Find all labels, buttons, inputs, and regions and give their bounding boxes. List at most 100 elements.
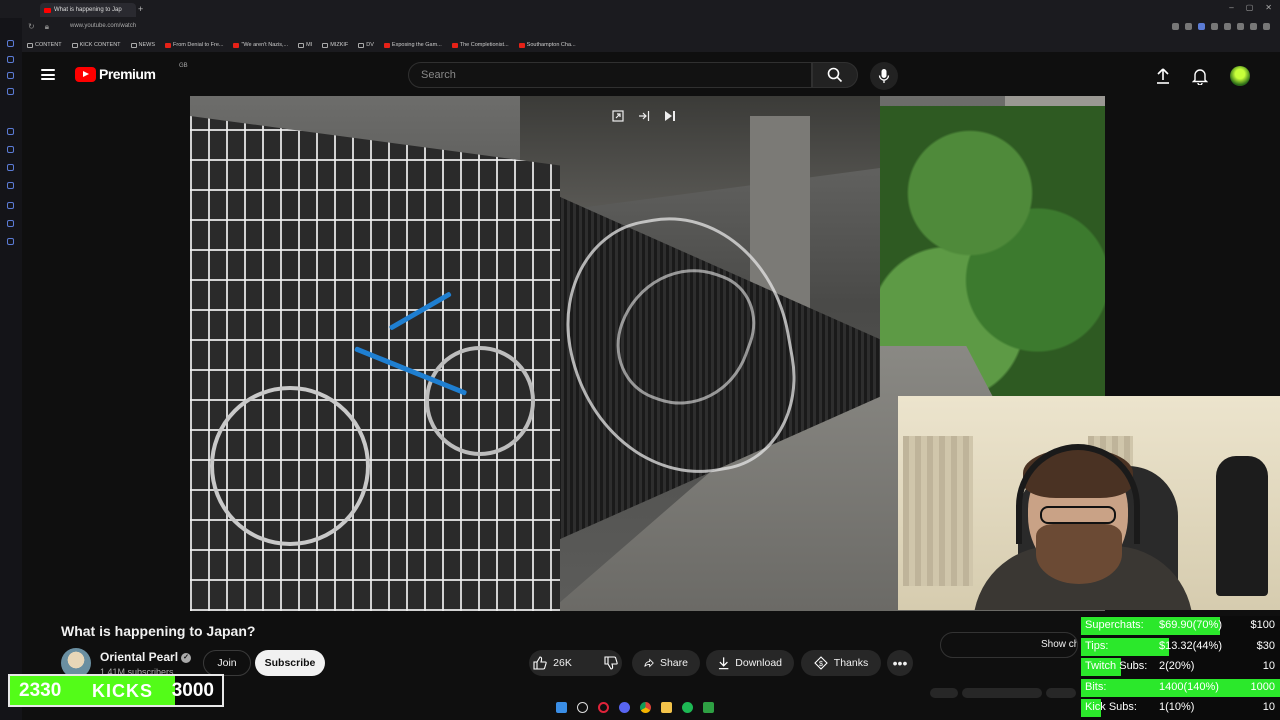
goal-row: Bits: 1400(140%) 1000 bbox=[1081, 678, 1280, 698]
goal-value: 1(10%) bbox=[1159, 701, 1195, 713]
like-dislike-group: 26K bbox=[529, 650, 622, 676]
share-label: Share bbox=[659, 657, 688, 669]
app-icon[interactable] bbox=[703, 702, 714, 713]
account-avatar[interactable] bbox=[1230, 66, 1250, 86]
url-field[interactable]: www.youtube.com/watch bbox=[70, 23, 136, 29]
sidebar-app-icon[interactable] bbox=[7, 72, 14, 79]
youtube-header: Premium GB Search bbox=[22, 52, 1280, 96]
close-icon[interactable]: ✕ bbox=[1265, 3, 1272, 12]
channel-name[interactable]: Oriental Pearl ✓ bbox=[100, 650, 192, 664]
taskbar-search-icon[interactable] bbox=[577, 702, 588, 713]
extension-icon[interactable] bbox=[1237, 23, 1244, 30]
join-button[interactable]: Join bbox=[203, 650, 251, 676]
thanks-button[interactable]: $ Thanks bbox=[801, 650, 881, 676]
sidebar-app-icon[interactable] bbox=[7, 164, 14, 171]
bookmark-item[interactable]: KICK CONTENT bbox=[71, 42, 121, 48]
sidebar-app-icon[interactable] bbox=[7, 56, 14, 63]
show-chat-button[interactable]: Show ch bbox=[940, 632, 1078, 658]
browser-tab-active[interactable]: What is happening to Jap bbox=[40, 3, 136, 17]
reload-icon[interactable]: ↻ bbox=[28, 22, 35, 32]
chrome-icon[interactable] bbox=[640, 702, 651, 713]
video-scene-bicycle bbox=[425, 346, 535, 456]
spotify-icon[interactable] bbox=[682, 702, 693, 713]
bookmark-item[interactable]: The Completionist... bbox=[451, 42, 509, 48]
bookmark-star-icon[interactable] bbox=[1185, 23, 1192, 30]
bookmark-item[interactable]: MIZKIF bbox=[322, 42, 348, 48]
youtube-premium-logo[interactable]: Premium GB bbox=[75, 63, 188, 82]
microphone-icon bbox=[878, 69, 890, 83]
sidebar-app-icon[interactable] bbox=[7, 182, 14, 189]
extension-icon[interactable] bbox=[1211, 23, 1218, 30]
goal-target: 10 bbox=[1262, 660, 1275, 672]
upload-icon[interactable] bbox=[1156, 68, 1170, 84]
logo-region: GB bbox=[179, 63, 188, 69]
heart-icon[interactable] bbox=[1224, 23, 1231, 30]
menu-icon[interactable] bbox=[1263, 23, 1270, 30]
channel-name-text: Oriental Pearl bbox=[100, 650, 179, 664]
minimize-icon[interactable]: – bbox=[1229, 3, 1233, 12]
site-icon bbox=[233, 42, 240, 48]
bookmark-item[interactable]: "We aren't Nazis,... bbox=[233, 42, 288, 48]
bookmark-item[interactable]: NEWS bbox=[130, 42, 155, 48]
goal-label: Kick Subs: bbox=[1085, 701, 1137, 713]
dislike-button[interactable] bbox=[594, 650, 628, 676]
taskbar-icons bbox=[556, 702, 714, 713]
verified-check-icon: ✓ bbox=[181, 652, 192, 663]
theater-mode-icon[interactable] bbox=[638, 110, 650, 122]
sidebar-app-icon[interactable] bbox=[7, 220, 14, 227]
extension-icon[interactable] bbox=[1198, 23, 1205, 30]
next-video-icon[interactable] bbox=[664, 110, 676, 122]
share-button[interactable]: Share bbox=[632, 650, 700, 676]
zoom-icon[interactable] bbox=[1172, 23, 1179, 30]
download-button[interactable]: Download bbox=[706, 650, 794, 676]
video-title: What is happening to Japan? bbox=[61, 623, 256, 639]
sidebar-app-icon[interactable] bbox=[7, 238, 14, 245]
more-actions-button[interactable]: ••• bbox=[887, 650, 913, 676]
address-bar: ↻ 🔒︎ www.youtube.com/watch bbox=[0, 18, 1280, 38]
like-button[interactable]: 26K bbox=[523, 650, 582, 676]
bookmark-item[interactable]: From Denial to Fre... bbox=[165, 42, 223, 48]
new-tab-plus-icon[interactable]: + bbox=[138, 4, 143, 14]
lock-icon: 🔒︎ bbox=[44, 22, 49, 31]
bookmark-item[interactable]: Exposing the Gam... bbox=[383, 42, 442, 48]
goal-row: Kick Subs: 1(10%) 10 bbox=[1081, 698, 1280, 718]
bookmark-item[interactable]: MI bbox=[298, 42, 312, 48]
folder-icon bbox=[358, 42, 365, 48]
bookmark-item[interactable]: Southampton Cha... bbox=[518, 42, 576, 48]
file-explorer-icon[interactable] bbox=[661, 702, 672, 713]
maximize-icon[interactable]: ▢ bbox=[1246, 3, 1254, 12]
more-horizontal-icon: ••• bbox=[892, 655, 908, 671]
thanks-label: Thanks bbox=[833, 657, 869, 669]
search-button[interactable] bbox=[812, 62, 858, 88]
youtube-logo-icon bbox=[75, 66, 96, 82]
sidebar-app-icon[interactable] bbox=[7, 202, 14, 209]
notifications-bell-icon[interactable] bbox=[1192, 68, 1208, 85]
sidebar-app-icon[interactable] bbox=[7, 40, 14, 47]
webcam-coat bbox=[1216, 456, 1268, 596]
goal-value: $13.32(44%) bbox=[1159, 639, 1222, 652]
folder-icon bbox=[298, 42, 305, 48]
kicks-target: 3000 bbox=[171, 679, 214, 701]
sidebar-app-icon[interactable] bbox=[7, 146, 14, 153]
tab-title: What is happening to Jap bbox=[54, 7, 122, 13]
miniplayer-icon[interactable] bbox=[612, 110, 624, 122]
opera-browser-icon[interactable] bbox=[598, 702, 609, 713]
sidebar-app-icon[interactable] bbox=[7, 128, 14, 135]
goal-label: Bits: bbox=[1085, 680, 1107, 693]
video-scene-bicycle bbox=[210, 386, 370, 546]
hamburger-menu-icon[interactable] bbox=[41, 69, 55, 80]
download-label: Download bbox=[735, 657, 782, 669]
download-icon[interactable] bbox=[1250, 23, 1257, 30]
youtube-favicon-icon bbox=[44, 7, 51, 13]
subscribe-button[interactable]: Subscribe bbox=[255, 650, 325, 676]
youtube-icon bbox=[165, 42, 172, 48]
discord-icon[interactable] bbox=[619, 702, 630, 713]
goal-row: Tips: $13.32(44%) $30 bbox=[1081, 637, 1280, 657]
bookmark-item[interactable]: CONTENT bbox=[27, 42, 62, 48]
search-input[interactable]: Search bbox=[408, 62, 812, 88]
bookmark-item[interactable]: DV bbox=[358, 42, 374, 48]
goal-label: Twitch Subs: bbox=[1085, 660, 1148, 672]
sidebar-app-icon[interactable] bbox=[7, 88, 14, 95]
voice-search-button[interactable] bbox=[870, 62, 898, 90]
windows-start-icon[interactable] bbox=[556, 702, 567, 713]
